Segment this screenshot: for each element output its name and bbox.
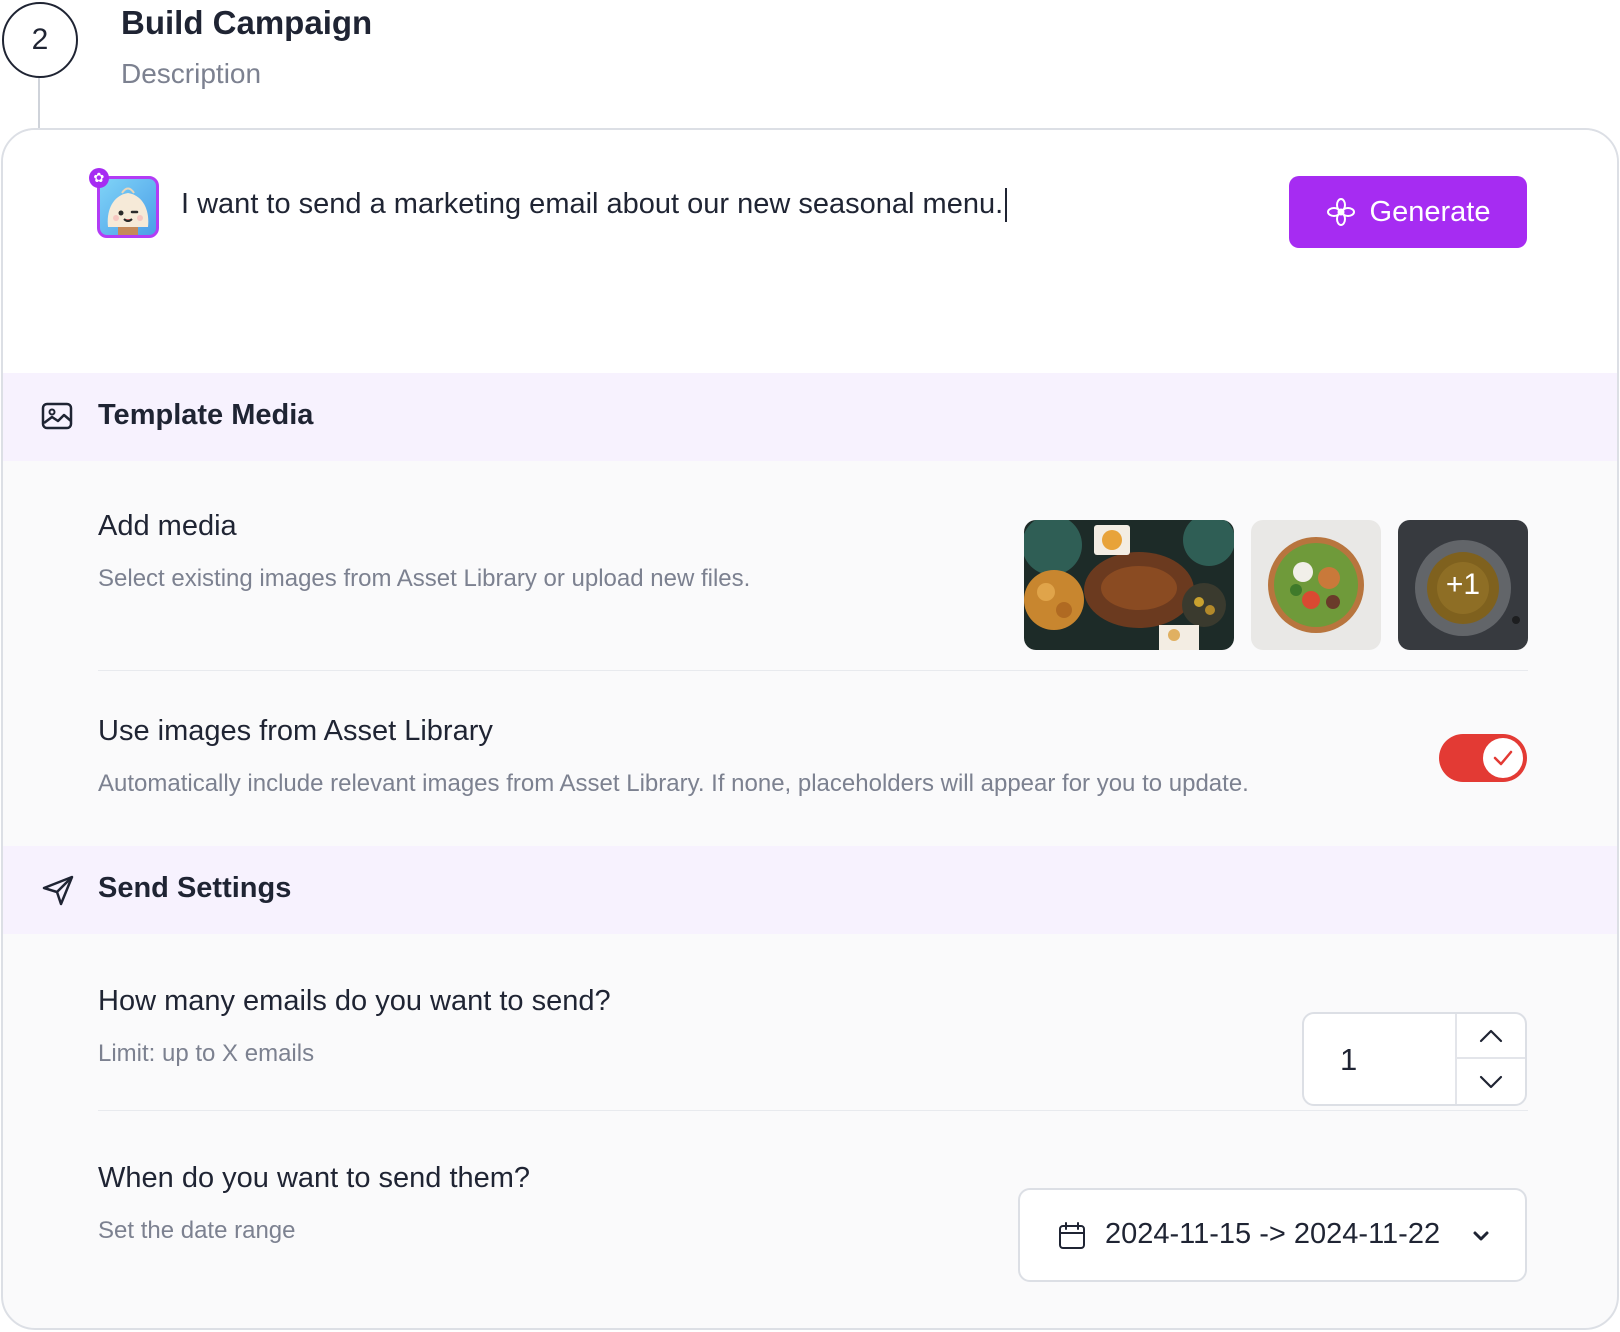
email-count-stepper[interactable]: 1 [1302,1012,1527,1106]
generate-label: Generate [1369,195,1491,228]
prompt-text: I want to send a marketing email about o… [181,188,1004,220]
step-description: Description [121,58,262,89]
campaign-card: ✿ I want to send a marketing email about… [1,128,1619,1330]
add-media-title: Add media [98,510,237,542]
add-media-subtitle: Select existing images from Asset Librar… [98,565,751,592]
food-feast-image [1024,520,1234,650]
media-thumbnail-salad-bowl[interactable] [1251,520,1381,650]
schedule-subtitle: Set the date range [98,1217,296,1244]
schedule-title: When do you want to send them? [98,1162,531,1194]
send-settings-header: Send Settings [3,846,1617,934]
chevron-down-icon [1479,1075,1503,1088]
asset-library-subtitle: Automatically include relevant images fr… [98,770,1249,797]
send-settings-title: Send Settings [98,872,292,904]
sparkle-flower-icon [1326,198,1355,226]
send-icon [42,875,74,906]
step-number-badge: 2 [2,2,78,78]
media-divider [98,670,1528,671]
stepper-buttons [1455,1014,1525,1104]
toggle-knob [1483,738,1523,778]
media-thumbnail-feast[interactable] [1024,520,1234,650]
step-title: Build Campaign [121,4,373,41]
assistant-avatar [97,176,159,238]
more-media-count: +1 [1398,520,1528,650]
step-connector-line [38,78,40,128]
template-media-title: Template Media [98,399,314,431]
send-divider [98,1110,1528,1111]
image-icon [41,402,73,430]
text-caret [1005,188,1008,223]
date-range-value: 2024-11-15 -> 2024-11-22 [1105,1218,1441,1250]
date-range-select[interactable]: 2024-11-15 -> 2024-11-22 [1018,1188,1527,1282]
chevron-up-icon [1479,1029,1503,1042]
email-count-title: How many emails do you want to send? [98,985,611,1017]
step-number: 2 [31,23,49,56]
generate-button[interactable]: Generate [1289,176,1527,248]
template-media-header: Template Media [3,373,1617,461]
decrement-button[interactable] [1457,1059,1525,1104]
media-thumbnail-soup-more[interactable]: +1 [1398,520,1528,650]
calendar-icon [1059,1222,1085,1249]
prompt-area[interactable]: ✿ I want to send a marketing email about… [3,130,1617,386]
email-count-subtitle: Limit: up to X emails [98,1040,315,1067]
prompt-input[interactable]: I want to send a marketing email about o… [181,188,1008,223]
ai-sparkle-badge-icon: ✿ [89,168,109,188]
email-count-value[interactable]: 1 [1340,1042,1357,1078]
asset-library-toggle[interactable] [1439,734,1527,782]
asset-library-title: Use images from Asset Library [98,715,493,747]
dumpling-mascot-icon [107,187,149,235]
increment-button[interactable] [1457,1014,1525,1059]
check-icon [1493,750,1513,766]
salad-bowl-image [1251,520,1381,650]
dropdown-arrow-icon [1473,1231,1489,1241]
